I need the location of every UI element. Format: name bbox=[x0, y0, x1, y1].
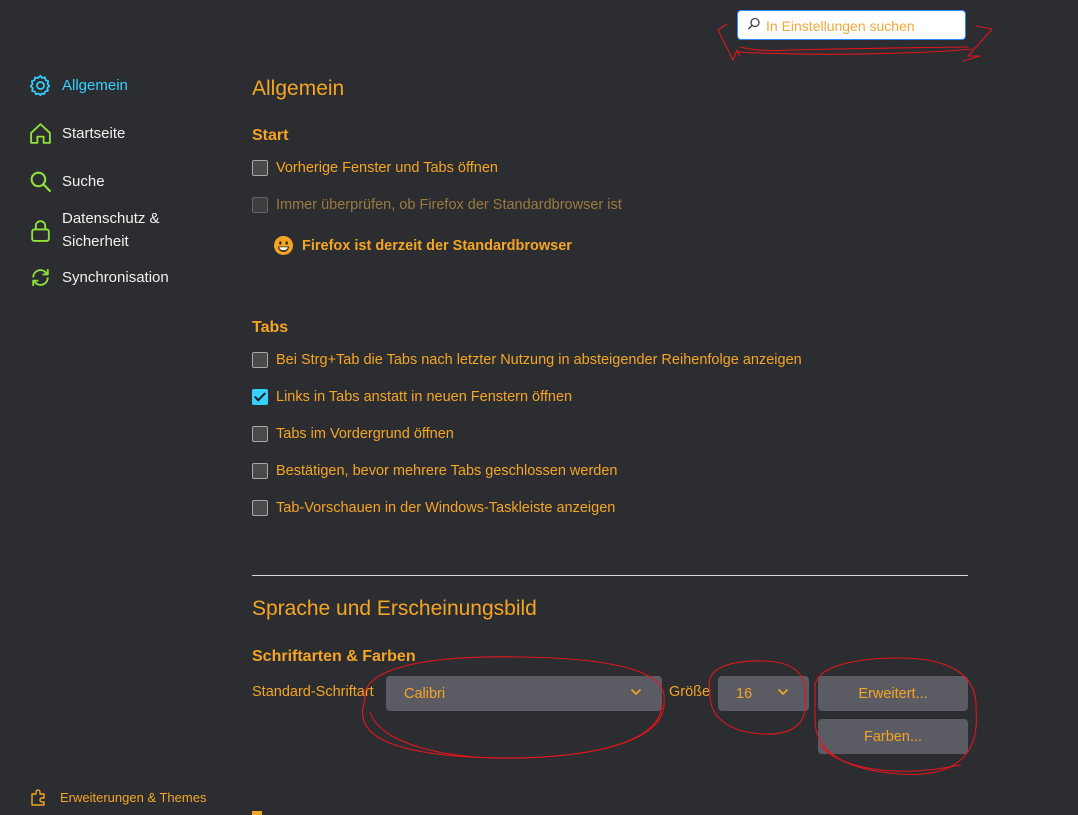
checkbox[interactable] bbox=[252, 463, 268, 479]
sidebar-item-label: Synchronisation bbox=[62, 269, 169, 286]
checkbox[interactable] bbox=[252, 500, 268, 516]
section-heading-fonts: Schriftarten & Farben bbox=[252, 648, 416, 665]
option-check-default-browser: Immer überprüfen, ob Firefox der Standar… bbox=[252, 197, 622, 213]
sidebar-item-label: Startseite bbox=[62, 125, 126, 142]
sidebar-item-label: Suche bbox=[62, 173, 105, 190]
settings-search-box[interactable] bbox=[737, 10, 966, 40]
option-links-in-tabs[interactable]: Links in Tabs anstatt in neuen Fenstern … bbox=[252, 389, 572, 405]
option-label: Tabs im Vordergrund öffnen bbox=[276, 426, 454, 442]
sidebar-item-allgemein[interactable]: Allgemein bbox=[28, 73, 128, 98]
sidebar-item-label: Allgemein bbox=[62, 77, 128, 94]
sidebar-item-synchronisation[interactable]: Synchronisation bbox=[28, 265, 169, 290]
checkbox bbox=[252, 197, 268, 213]
extensions-themes-link[interactable]: Erweiterungen & Themes bbox=[30, 788, 206, 806]
puzzle-icon bbox=[31, 789, 45, 806]
option-restore-session[interactable]: Vorherige Fenster und Tabs öffnen bbox=[252, 160, 498, 176]
colors-button[interactable]: Farben... bbox=[818, 719, 968, 754]
option-label: Bei Strg+Tab die Tabs nach letzter Nutzu… bbox=[276, 352, 802, 368]
checkbox[interactable] bbox=[252, 426, 268, 442]
section-divider bbox=[252, 575, 968, 576]
search-icon bbox=[747, 17, 760, 30]
font-size-select[interactable]: 16 bbox=[718, 676, 809, 711]
lock-icon bbox=[31, 219, 50, 242]
checkbox[interactable] bbox=[252, 352, 268, 368]
next-section-heading-fragment bbox=[252, 811, 262, 815]
default-font-select[interactable]: Calibri bbox=[386, 676, 662, 711]
sidebar-item-startseite[interactable]: Startseite bbox=[28, 121, 125, 146]
font-size-label: Größe bbox=[669, 684, 711, 700]
default-font-label: Standard-Schriftart bbox=[252, 684, 374, 700]
section-heading-start: Start bbox=[252, 127, 289, 144]
advanced-fonts-button[interactable]: Erweitert... bbox=[818, 676, 968, 711]
option-label: Bestätigen, bevor mehrere Tabs geschloss… bbox=[276, 463, 618, 479]
page-title: Allgemein bbox=[252, 77, 345, 100]
option-taskbar-previews[interactable]: Tab-Vorschauen in der Windows-Taskleiste… bbox=[252, 500, 615, 516]
gear-icon bbox=[29, 74, 51, 97]
option-label: Vorherige Fenster und Tabs öffnen bbox=[276, 160, 498, 176]
sidebar-item-datenschutz[interactable]: Datenschutz & Sicherheit bbox=[28, 207, 160, 253]
sidebar-item-label: Datenschutz & Sicherheit bbox=[62, 210, 160, 250]
font-select-value: Calibri bbox=[404, 685, 446, 702]
section-heading-tabs: Tabs bbox=[252, 319, 289, 336]
search-input[interactable] bbox=[764, 14, 963, 38]
size-select-value: 16 bbox=[736, 685, 753, 702]
option-ctrl-tab-order[interactable]: Bei Strg+Tab die Tabs nach letzter Nutzu… bbox=[252, 352, 802, 368]
option-label: Tab-Vorschauen in der Windows-Taskleiste… bbox=[276, 500, 616, 516]
checkbox[interactable] bbox=[252, 160, 268, 176]
option-tabs-foreground[interactable]: Tabs im Vordergrund öffnen bbox=[252, 426, 454, 442]
smiley-icon bbox=[274, 236, 293, 255]
option-label: Immer überprüfen, ob Firefox der Standar… bbox=[276, 197, 622, 213]
home-icon bbox=[30, 123, 51, 144]
sync-icon bbox=[32, 269, 49, 286]
option-label: Links in Tabs anstatt in neuen Fenstern … bbox=[276, 389, 573, 405]
chevron-down-icon bbox=[630, 688, 642, 696]
default-browser-status: Firefox ist derzeit der Standardbrowser bbox=[273, 235, 572, 256]
sidebar-item-suche[interactable]: Suche bbox=[28, 169, 105, 194]
search-icon bbox=[30, 171, 52, 193]
extensions-themes-label: Erweiterungen & Themes bbox=[60, 789, 207, 805]
chevron-down-icon bbox=[777, 688, 789, 696]
status-label: Firefox ist derzeit der Standardbrowser bbox=[302, 237, 572, 254]
option-confirm-close-tabs[interactable]: Bestätigen, bevor mehrere Tabs geschloss… bbox=[252, 463, 618, 479]
section-title-language: Sprache und Erscheinungsbild bbox=[252, 597, 537, 620]
checkbox[interactable] bbox=[252, 389, 268, 405]
